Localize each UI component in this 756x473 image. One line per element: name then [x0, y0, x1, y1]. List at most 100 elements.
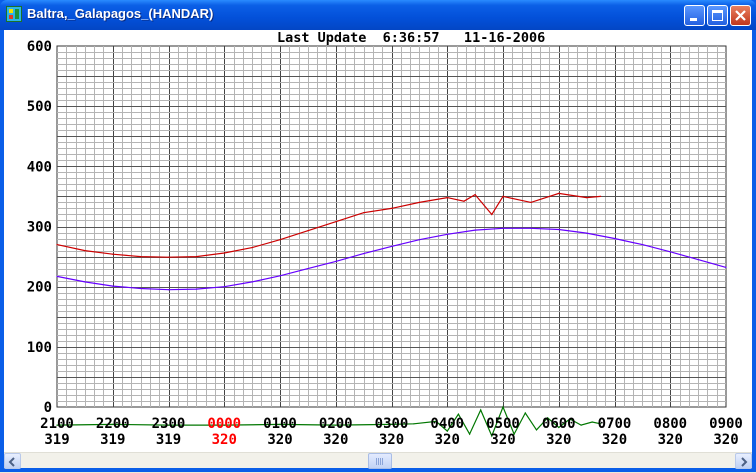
satellite-app-icon: [6, 6, 22, 22]
scroll-left-button[interactable]: [4, 453, 21, 469]
y-tick-label: 100: [27, 340, 52, 356]
data-point: [446, 233, 448, 235]
data-point: [418, 201, 420, 203]
y-tick-label: 200: [27, 280, 52, 296]
app-window: Baltra,_Galapagos_(HANDAR) Last Update 6…: [0, 0, 756, 472]
data-point: [474, 194, 476, 196]
data-point: [558, 192, 560, 194]
data-point: [480, 409, 482, 411]
data-point: [307, 230, 309, 232]
data-point: [725, 266, 727, 268]
data-point: [307, 268, 309, 270]
data-point: [586, 232, 588, 234]
x-tick-label: 0200: [319, 416, 353, 432]
scroll-right-button[interactable]: [735, 453, 752, 469]
maximize-icon: [712, 10, 723, 21]
data-point: [335, 221, 337, 223]
data-point: [112, 253, 114, 255]
data-point: [558, 228, 560, 231]
maximize-button[interactable]: [707, 5, 728, 26]
data-point: [413, 423, 415, 425]
data-point: [363, 253, 365, 255]
x-tick-label: 2100: [40, 416, 74, 432]
data-point: [140, 256, 142, 258]
x-tick-label: 0600: [542, 416, 576, 432]
data-point: [84, 250, 86, 252]
data-point: [469, 433, 471, 435]
data-point: [56, 275, 58, 277]
x-tick-label: 0800: [653, 416, 687, 432]
x-tick-label: 0400: [430, 416, 464, 432]
data-point: [363, 212, 365, 214]
close-icon: [735, 10, 746, 21]
data-point: [279, 275, 281, 277]
x-tick-label: 2200: [96, 416, 130, 432]
y-tick-label: 600: [27, 39, 52, 55]
data-point: [502, 227, 504, 229]
x-tick-label: 0700: [598, 416, 632, 432]
data-point: [463, 200, 465, 202]
minimize-button[interactable]: [684, 5, 705, 26]
horizontal-scrollbar[interactable]: [4, 452, 752, 469]
last-update-header: Last Update 6:36:57 11-16-2006: [277, 30, 545, 46]
title-bar[interactable]: Baltra,_Galapagos_(HANDAR): [0, 0, 756, 30]
data-point: [167, 256, 170, 258]
data-point: [223, 252, 225, 254]
data-point: [56, 244, 58, 246]
data-point: [474, 229, 476, 231]
x-day-label: 320: [658, 432, 683, 448]
data-point: [84, 281, 86, 283]
data-point: [195, 288, 197, 290]
data-point: [457, 413, 459, 415]
tide-chart: Last Update 6:36:57 11-16-2006 010020030…: [27, 30, 743, 448]
x-day-label: 320: [602, 432, 627, 448]
data-point: [195, 256, 197, 258]
x-tick-label: 0000: [207, 416, 241, 432]
x-tick-label: 0900: [709, 416, 743, 432]
minimize-icon: [690, 18, 697, 21]
data-point: [251, 247, 253, 249]
chart-grid: [56, 45, 727, 408]
data-point: [613, 237, 616, 240]
y-tick-label: 300: [27, 220, 52, 236]
data-point: [600, 195, 602, 197]
x-day-label: 320: [435, 432, 460, 448]
data-point: [669, 251, 671, 253]
x-tick-label: 0300: [375, 416, 409, 432]
data-point: [279, 239, 281, 241]
data-point: [641, 244, 644, 246]
data-point: [580, 424, 582, 426]
data-point: [524, 412, 526, 414]
data-point: [446, 197, 448, 199]
x-day-label: 320: [379, 432, 404, 448]
data-point: [251, 281, 253, 283]
data-point: [530, 201, 532, 203]
data-point: [223, 286, 225, 288]
x-day-label: 320: [490, 432, 515, 448]
close-button[interactable]: [730, 5, 751, 26]
x-day-label: 320: [546, 432, 571, 448]
x-tick-label: 0100: [263, 416, 297, 432]
data-point: [112, 285, 114, 287]
x-day-label: 319: [156, 432, 181, 448]
chart-area: Last Update 6:36:57 11-16-2006 0 100 200 30…: [4, 30, 752, 468]
data-point: [502, 195, 504, 197]
data-point: [140, 287, 142, 290]
y-tick-label: 500: [27, 99, 52, 115]
x-day-label: 320: [323, 432, 348, 448]
data-point: [335, 260, 337, 262]
window-title: Baltra,_Galapagos_(HANDAR): [27, 6, 214, 21]
data-point: [418, 239, 420, 241]
x-day-label: 319: [44, 432, 69, 448]
data-point: [502, 406, 504, 408]
data-point: [390, 245, 393, 247]
chevron-left-icon: [8, 457, 15, 467]
data-point: [535, 429, 538, 431]
x-day-label: 320: [267, 432, 292, 448]
x-day-label: 320: [212, 432, 237, 448]
data-point: [586, 197, 588, 199]
x-tick-label: 0500: [486, 416, 520, 432]
scroll-thumb[interactable]: [368, 453, 392, 469]
data-point: [697, 259, 699, 261]
y-tick-label: 0: [44, 400, 52, 416]
